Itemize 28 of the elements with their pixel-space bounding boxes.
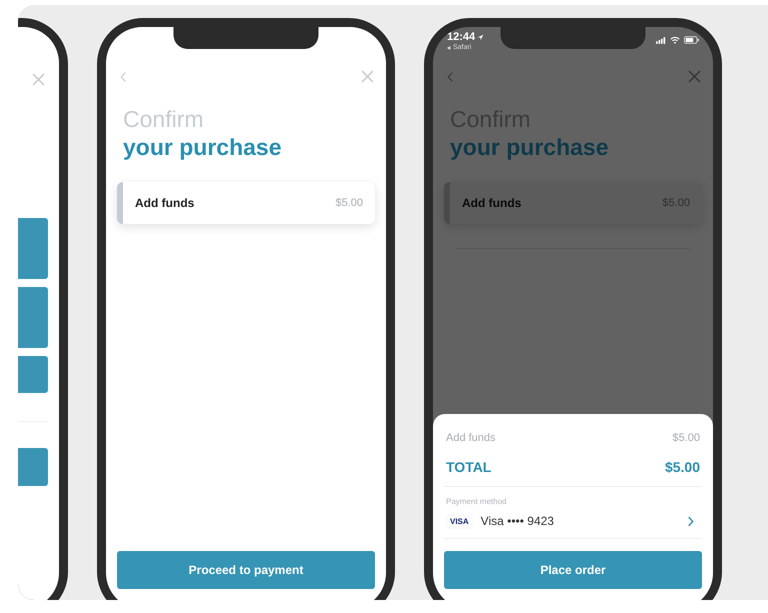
- summary-label: Add funds: [446, 432, 496, 444]
- wifi-icon: [670, 36, 680, 44]
- menu-tile[interactable]: [18, 287, 48, 348]
- status-time: 12:44: [447, 31, 476, 43]
- menu-tile[interactable]: [18, 448, 48, 486]
- card-brand-logo: VISA: [446, 514, 473, 528]
- item-label: Add funds: [135, 196, 194, 210]
- item-amount: $5.00: [335, 197, 363, 209]
- place-order-button[interactable]: Place order: [444, 551, 702, 589]
- payment-method-label: Payment method: [446, 497, 508, 506]
- card-number: Visa •••• 9423: [480, 514, 554, 528]
- back-triangle-icon[interactable]: [447, 46, 451, 50]
- signal-icon: [656, 36, 666, 44]
- proceed-button[interactable]: Proceed to payment: [117, 551, 375, 589]
- title-text: your purchase: [450, 133, 610, 161]
- summary-label: TOTAL: [446, 459, 492, 475]
- menu-tile[interactable]: [18, 218, 48, 279]
- close-icon[interactable]: [688, 70, 701, 83]
- title-text: Confirm: [123, 105, 205, 133]
- chevron-right-icon[interactable]: [687, 516, 694, 526]
- item-label: Add funds: [462, 196, 522, 210]
- location-arrow-icon: [477, 34, 484, 40]
- summary-amount: $5.00: [664, 459, 700, 475]
- summary-amount: $5.00: [672, 432, 700, 444]
- back-icon[interactable]: [447, 70, 454, 82]
- menu-tile[interactable]: [18, 356, 48, 393]
- title-text: your purchase: [123, 133, 282, 161]
- battery-icon: [684, 36, 699, 44]
